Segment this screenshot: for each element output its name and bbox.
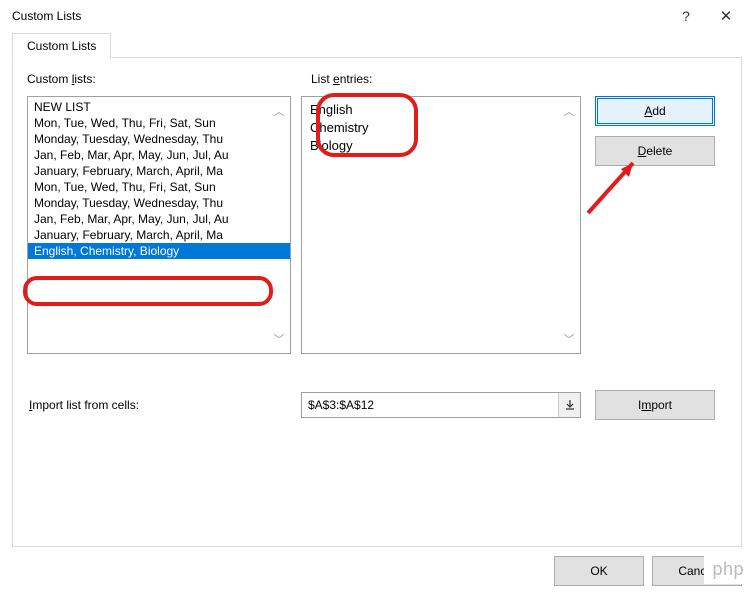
list-item[interactable]: Jan, Feb, Mar, Apr, May, Jun, Jul, Au [28,147,290,163]
listbox-scrollbar[interactable]: ︿ ﹀ [271,97,287,353]
custom-lists-listbox[interactable]: NEW LIST Mon, Tue, Wed, Thu, Fri, Sat, S… [27,96,291,354]
list-item[interactable]: NEW LIST [28,99,290,115]
collapse-dialog-icon[interactable] [558,393,580,417]
chevron-down-icon[interactable]: ﹀ [561,331,577,347]
chevron-down-icon[interactable]: ﹀ [271,331,287,347]
close-icon[interactable]: ✕ [706,7,746,25]
titlebar: Custom Lists ? ✕ [0,0,754,32]
ok-button[interactable]: OK [554,556,644,586]
help-icon[interactable]: ? [666,8,706,24]
list-item[interactable]: Jan, Feb, Mar, Apr, May, Jun, Jul, Au [28,211,290,227]
window-title: Custom Lists [12,9,666,23]
list-item[interactable]: Monday, Tuesday, Wednesday, Thu [28,131,290,147]
entry-item: Biology [310,137,572,155]
delete-button[interactable]: Delete [595,136,715,166]
list-item[interactable]: English, Chemistry, Biology [28,243,290,259]
chevron-up-icon[interactable]: ︿ [561,103,577,119]
import-label: Import list from cells: [27,398,291,412]
list-entries-box[interactable]: English Chemistry Biology ︿ ﹀ [301,96,581,354]
list-item[interactable]: Mon, Tue, Wed, Thu, Fri, Sat, Sun [28,179,290,195]
entries-scrollbar[interactable]: ︿ ﹀ [561,97,577,353]
custom-lists-label: Custom lists: [27,72,311,86]
list-entries-label: List entries: [311,72,372,86]
entry-item: Chemistry [310,119,572,137]
tab-custom-lists[interactable]: Custom Lists [12,33,111,59]
import-button[interactable]: Import [595,390,715,420]
list-item[interactable]: Mon, Tue, Wed, Thu, Fri, Sat, Sun [28,115,290,131]
chevron-up-icon[interactable]: ︿ [271,103,287,119]
list-item[interactable]: January, February, March, April, Ma [28,227,290,243]
tab-panel: Custom lists: List entries: NEW LIST Mon… [13,58,741,546]
add-button[interactable]: Add [595,96,715,126]
import-cells-input[interactable] [301,392,581,418]
watermark: php [704,555,752,584]
entry-item: English [310,101,572,119]
list-item[interactable]: Monday, Tuesday, Wednesday, Thu [28,195,290,211]
list-item[interactable]: January, February, March, April, Ma [28,163,290,179]
